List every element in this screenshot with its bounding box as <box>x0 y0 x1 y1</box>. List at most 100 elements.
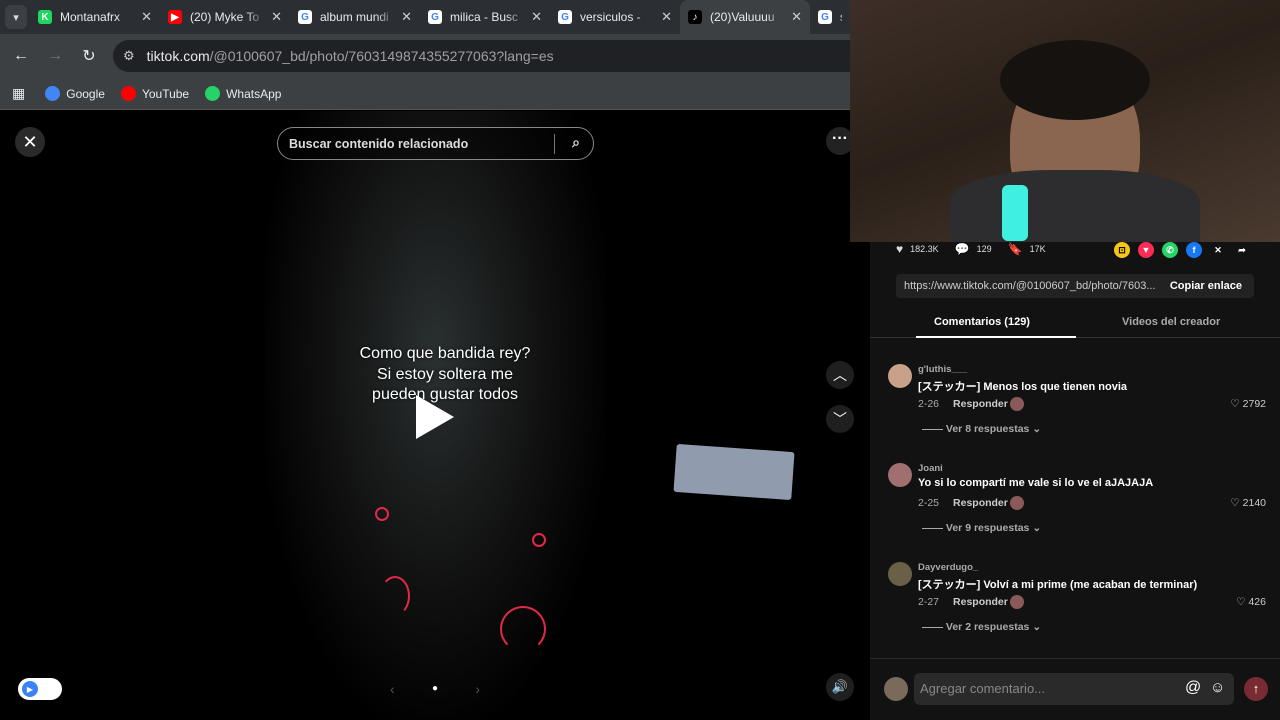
search-divider <box>554 134 555 154</box>
heart-outline-icon: ♡ <box>1230 398 1243 410</box>
comment-username[interactable]: Joani <box>918 463 943 474</box>
repost-icon[interactable]: ▼ <box>1138 242 1154 258</box>
like-button[interactable]: ♥ 182.3K <box>896 242 939 256</box>
tab-title: (20)Valuuuu <box>710 10 775 24</box>
browser-tab[interactable]: Galbum mundi ✕ <box>290 0 420 34</box>
search-icon[interactable]: ⌕ <box>572 134 580 151</box>
tab-search-button[interactable]: ▾ <box>5 5 27 29</box>
address-bar[interactable]: ⚙ tiktok.com/@0100607_bd/photo/760314987… <box>113 40 850 72</box>
tab-creator-videos[interactable]: Videos del creador <box>1122 316 1220 328</box>
volume-button[interactable]: 🔊 <box>826 673 854 701</box>
commenter-avatar[interactable] <box>888 562 912 586</box>
browser-tab[interactable]: K Montanafrx ✕ <box>30 0 160 34</box>
engagement-stats: ♥ 182.3K 💬 129 🔖 17K <box>896 242 1062 256</box>
next-post-button[interactable]: ﹀ <box>826 405 854 433</box>
url-path: /@0100607_bd/photo/7603149874355277063?l… <box>209 48 554 64</box>
share-arrow-icon[interactable]: ➦ <box>1234 242 1250 258</box>
view-replies-button[interactable]: —— Ver 9 respuestas ⌄ <box>922 522 1041 534</box>
share-link: https://www.tiktok.com/@0100607_bd/photo… <box>904 280 1156 292</box>
bookmark-google[interactable]: Google <box>45 86 105 101</box>
browser-tab-strip: ▾ K Montanafrx ✕ ▶ (20) Myke To ✕ Galbum mundi… <box>0 0 850 34</box>
share-row: ⊡ ▼ ✆ f ✕ ➦ <box>1106 242 1250 258</box>
close-tab-icon[interactable]: ✕ <box>531 9 542 25</box>
replies-dash: —— <box>922 621 946 633</box>
back-button[interactable]: ← <box>4 47 38 65</box>
view-replies-label: Ver 8 respuestas <box>945 423 1030 435</box>
comment-date: 2-26 <box>918 398 940 410</box>
view-replies-button[interactable]: —— Ver 8 respuestas ⌄ <box>922 423 1041 435</box>
reply-button[interactable]: Responder <box>953 596 1008 608</box>
send-button[interactable]: ↑ <box>1244 677 1268 701</box>
comment-username[interactable]: g'luthis___ <box>918 364 967 375</box>
site-info-icon[interactable]: ⚙ <box>123 48 135 64</box>
chevron-down-icon: ﹀ <box>833 411 847 427</box>
photo-viewer: ✕ Buscar contenido relacionado ⌕ ··· Com… <box>0 111 870 720</box>
commenter-avatar[interactable] <box>888 463 912 487</box>
browser-tab[interactable]: Gs <box>810 0 850 34</box>
related-search-input[interactable]: Buscar contenido relacionado ⌕ <box>277 127 594 160</box>
next-photo-icon[interactable]: › <box>475 681 480 697</box>
browser-tab[interactable]: ♪ (20)Valuuuu ✕ <box>680 0 810 34</box>
tab-title: versiculos - <box>580 10 641 24</box>
replies-dash: —— <box>922 522 946 534</box>
autoscroll-toggle[interactable]: ▶ <box>18 678 62 700</box>
tab-favicon-icon: ▶ <box>168 10 182 24</box>
copy-link-button[interactable]: Copiar enlace <box>1170 280 1242 292</box>
heart-outline-icon: ♡ <box>1236 596 1249 608</box>
x-icon[interactable]: ✕ <box>1210 242 1226 258</box>
browser-tab[interactable]: Gversiculos - ✕ <box>550 0 680 34</box>
tab-title: s <box>840 10 842 24</box>
close-tab-icon[interactable]: ✕ <box>141 9 152 25</box>
bookmark-whatsapp[interactable]: WhatsApp <box>205 86 281 101</box>
chevron-down-icon: ⌄ <box>1029 423 1042 435</box>
previous-photo-icon[interactable]: ‹ <box>390 681 395 697</box>
share-link-box[interactable]: https://www.tiktok.com/@0100607_bd/photo… <box>896 274 1254 298</box>
streamer-hair <box>1000 40 1150 120</box>
close-tab-icon[interactable]: ✕ <box>791 9 802 25</box>
mention-icon[interactable]: @ <box>1185 679 1201 697</box>
facebook-icon[interactable]: f <box>1186 242 1202 258</box>
emoji-icon[interactable]: ☺ <box>1210 679 1225 696</box>
tab-favicon-icon: G <box>298 10 312 24</box>
whatsapp-icon[interactable]: ✆ <box>1162 242 1178 258</box>
browser-tab[interactable]: Gmilica - Busc ✕ <box>420 0 550 34</box>
comment-like-button[interactable]: ♡ 426 <box>1236 596 1266 608</box>
close-tab-icon[interactable]: ✕ <box>401 9 412 25</box>
comment-meta: 2-25 Responder <box>918 497 1008 509</box>
user-avatar <box>884 677 908 701</box>
close-tab-icon[interactable]: ✕ <box>661 9 672 25</box>
comment-like-button[interactable]: ♡ 2140 <box>1230 497 1266 509</box>
view-replies-button[interactable]: —— Ver 2 respuestas ⌄ <box>922 621 1041 633</box>
bookmark-label: WhatsApp <box>226 86 282 101</box>
close-tab-icon[interactable]: ✕ <box>271 9 282 25</box>
comment-item: Joani Yo si lo compartí me vale si lo ve … <box>888 463 1268 543</box>
play-icon[interactable] <box>416 395 454 439</box>
close-button[interactable]: ✕ <box>15 127 45 157</box>
tab-title: album mundi <box>320 10 389 24</box>
commenter-avatar[interactable] <box>888 364 912 388</box>
comment-username[interactable]: Dayverdugo_ <box>918 562 978 573</box>
tab-title: (20) Myke To <box>190 10 260 24</box>
webcam-overlay <box>850 0 1280 242</box>
car-radio-display <box>673 443 795 501</box>
comment-button[interactable]: 💬 129 <box>955 242 992 256</box>
chevron-down-icon: ▾ <box>13 11 19 24</box>
tab-underline <box>916 336 1076 338</box>
like-count: 182.3K <box>910 244 939 254</box>
reply-button[interactable]: Responder <box>953 497 1008 509</box>
tab-favicon-icon: G <box>428 10 442 24</box>
apps-icon[interactable]: ▦ <box>12 85 25 102</box>
panel-tabs: Comentarios (129) Videos del creador <box>870 310 1280 338</box>
reload-button[interactable]: ↻ <box>72 46 106 66</box>
save-button[interactable]: 🔖 17K <box>1008 242 1046 256</box>
bookmark-youtube[interactable]: YouTube <box>120 86 189 101</box>
browser-tab[interactable]: ▶ (20) Myke To ✕ <box>160 0 290 34</box>
tab-favicon-icon: G <box>558 10 572 24</box>
comment-date: 2-25 <box>918 497 940 509</box>
forward-button[interactable]: → <box>38 47 72 65</box>
embed-icon[interactable]: ⊡ <box>1114 242 1130 258</box>
previous-post-button[interactable]: ︿ <box>826 361 854 389</box>
reply-button[interactable]: Responder <box>953 398 1008 410</box>
comment-like-button[interactable]: ♡ 2792 <box>1230 398 1266 410</box>
tab-comments[interactable]: Comentarios (129) <box>934 316 1030 328</box>
